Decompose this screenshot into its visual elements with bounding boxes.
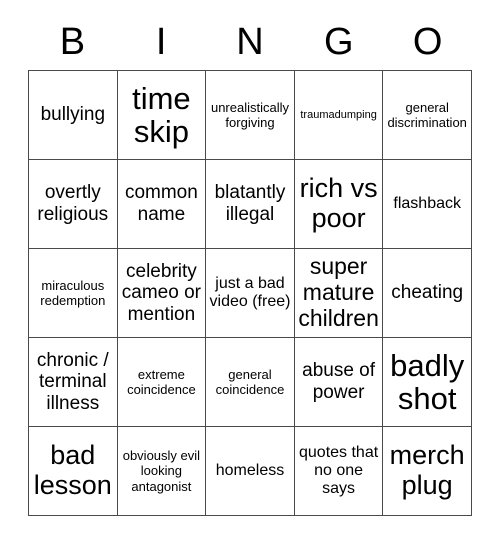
bingo-cell-r1-c5[interactable]: general discrimination [383,71,472,160]
bingo-cell-label: unrealistically forgiving [210,99,290,130]
bingo-cell-r5-c4[interactable]: quotes that no one says [294,427,384,516]
bingo-cell-label: just a bad video (free) [209,274,291,310]
bingo-cell-r2-c5[interactable]: flashback [383,160,472,249]
header-letter-i: I [155,21,167,63]
bingo-cell-r3-c2[interactable]: celebrity cameo or mention [117,249,207,338]
bingo-cell-label: time skip [132,80,191,149]
bingo-cell-label: traumadumping [300,108,377,121]
bingo-cell-r4-c1[interactable]: chronic / terminal illness [29,338,118,427]
bingo-cell-r2-c3[interactable]: blatantly illegal [206,160,295,249]
bingo-grid: bullying time skip unrealistically forgivi… [28,70,472,516]
bingo-cell-label: rich vs poor [299,173,378,233]
bingo-cell-r3-c1[interactable]: miraculous redemption [29,249,118,338]
bingo-cell-r4-c3[interactable]: general coincidence [206,338,295,427]
bingo-cell-r1-c3[interactable]: unrealistically forgiving [206,71,295,160]
header-letter-b: B [59,21,86,63]
bingo-cell-label: miraculous redemption [40,277,106,308]
bingo-cell-label: abuse of power [302,360,376,403]
bingo-cell-r1-c4[interactable]: traumadumping [294,71,384,160]
bingo-cell-label: super mature children [298,253,379,331]
bingo-cell-label: bad lesson [33,440,112,500]
bingo-cell-r2-c4[interactable]: rich vs poor [294,160,384,249]
bingo-cell-r4-c2[interactable]: extreme coincidence [117,338,207,427]
bingo-cell-label: general discrimination [387,99,467,130]
bingo-cell-r3-c4[interactable]: super mature children [294,249,384,338]
bingo-cell-label: merch plug [389,440,465,500]
bingo-cell-label: cheating [391,282,464,304]
bingo-cell-label: blatantly illegal [214,182,286,225]
bingo-cell-r5-c1[interactable]: bad lesson [29,427,118,516]
bingo-cell-r2-c1[interactable]: overtly religious [29,160,118,249]
header-letter-n: N [236,21,264,63]
bingo-cell-label: celebrity cameo or mention [121,260,201,325]
header-letter-g: G [324,21,354,63]
bingo-cell-label: general coincidence [215,366,285,397]
bingo-cell-r1-c2[interactable]: time skip [117,71,207,160]
bingo-cell-r4-c4[interactable]: abuse of power [294,338,384,427]
bingo-cell-r1-c1[interactable]: bullying [29,71,118,160]
bingo-cell-label: homeless [215,461,285,479]
bingo-card: B I N G O bullying time skip unrealistical… [0,0,500,544]
bingo-cell-label: quotes that no one says [299,443,379,498]
bingo-cell-label: obviously evil looking antagonist [122,448,201,494]
bingo-cell-label: flashback [393,194,461,212]
bingo-cell-r3-c3[interactable]: just a bad video (free) [206,249,295,338]
bingo-cell-label: bullying [40,104,106,126]
header-letter-o: O [412,21,443,63]
bingo-cell-label: chronic / terminal illness [36,349,109,414]
bingo-header-row: B I N G O [28,14,472,70]
bingo-cell-r5-c2[interactable]: obviously evil looking antagonist [117,427,207,516]
bingo-cell-r4-c5[interactable]: badly shot [383,338,472,427]
bingo-cell-label: overtly religious [37,182,109,225]
bingo-cell-r2-c2[interactable]: common name [117,160,207,249]
bingo-cell-r5-c5[interactable]: merch plug [383,427,472,516]
bingo-cell-r5-c3[interactable]: homeless [206,427,295,516]
bingo-cell-label: badly shot [390,347,465,416]
bingo-cell-label: common name [124,182,198,225]
bingo-cell-label: extreme coincidence [127,366,196,397]
bingo-cell-r3-c5[interactable]: cheating [383,249,472,338]
